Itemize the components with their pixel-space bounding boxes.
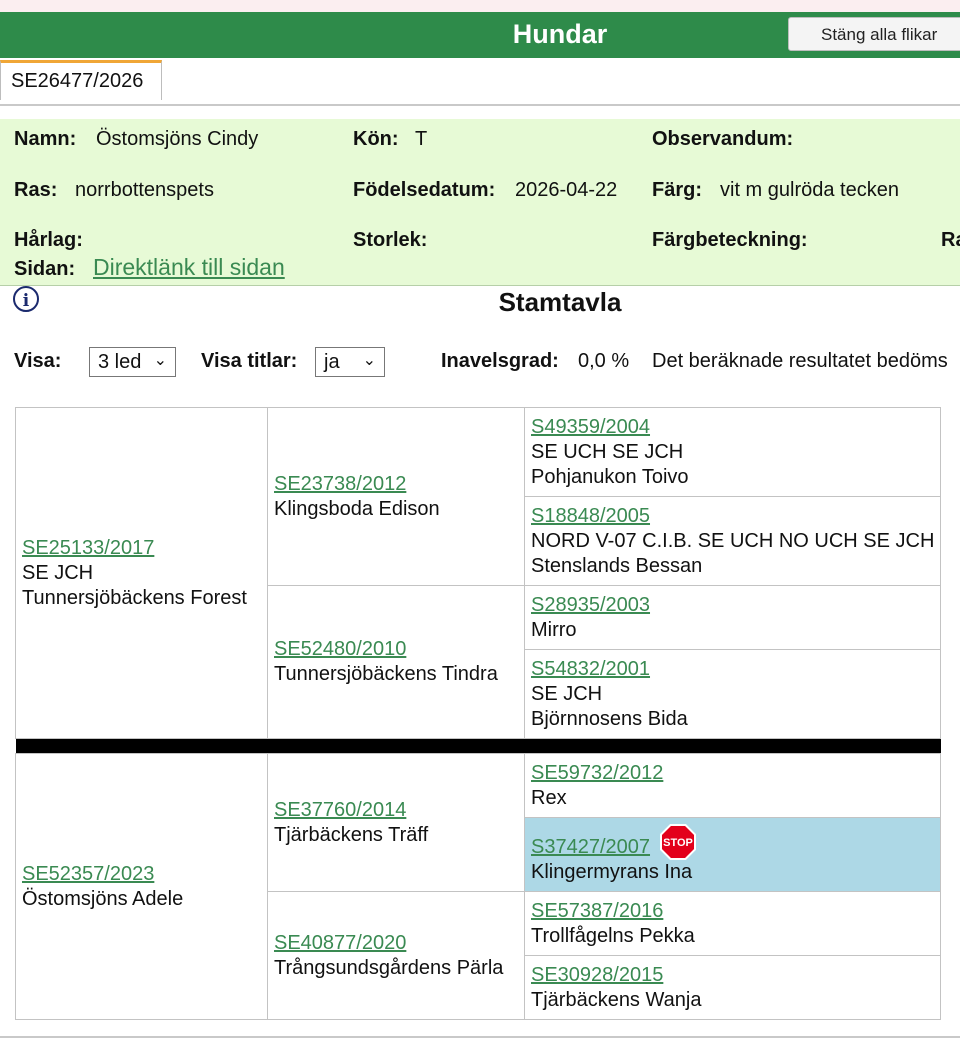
ssd-cell: S18848/2005 NORD V-07 C.I.B. SE UCH NO U… bbox=[523, 496, 942, 586]
ssd-name: Stenslands Bessan bbox=[531, 554, 703, 577]
dds-reg-link[interactable]: SE57387/2016 bbox=[531, 899, 934, 924]
dds-name: Trollfågelns Pekka bbox=[531, 924, 695, 947]
color-code-label: Färgbeteckning: bbox=[652, 229, 808, 251]
color-label: Färg: bbox=[652, 179, 702, 201]
sdd-title: SE JCH bbox=[531, 682, 603, 705]
coat-label: Hårlag: bbox=[14, 229, 83, 251]
sd-name: Tunnersjöbäckens Tindra bbox=[274, 663, 498, 685]
dog-breed: norrbottenspets bbox=[75, 179, 214, 201]
show-label: Visa: bbox=[14, 350, 62, 372]
sdd-name: Björnnosens Bida bbox=[531, 707, 688, 730]
dog-sex: T bbox=[415, 128, 428, 150]
sss-title: SE UCH SE JCH bbox=[531, 440, 684, 463]
generations-select[interactable]: 3 led ⌄ bbox=[89, 347, 176, 377]
sire-dam-separator bbox=[15, 738, 941, 754]
sds-reg-link[interactable]: S28935/2003 bbox=[531, 593, 934, 618]
chevron-down-icon: ⌄ bbox=[153, 352, 167, 369]
dsd-name: Klingermyrans Ina bbox=[531, 861, 693, 883]
dsd-reg-link[interactable]: S37427/2007 bbox=[531, 836, 650, 858]
app-header: Hundar Stäng alla flikar bbox=[0, 12, 960, 58]
pedigree-table: SE25133/2017 SE JCH Tunnersjöbäckens For… bbox=[15, 407, 942, 1020]
pedigree-title: Stamtavla bbox=[498, 287, 622, 317]
dog-color: vit m gulröda tecken bbox=[720, 179, 899, 201]
sdd-cell: S54832/2001 SE JCH Björnnosens Bida bbox=[523, 649, 942, 739]
dss-reg-link[interactable]: SE59732/2012 bbox=[531, 761, 934, 786]
sd-cell: SE52480/2010 Tunnersjöbäckens Tindra bbox=[267, 585, 525, 739]
ss-cell: SE23738/2012 Klingsboda Edison bbox=[267, 407, 525, 586]
dss-cell: SE59732/2012 Rex bbox=[523, 753, 942, 818]
dam-reg-link[interactable]: SE52357/2023 bbox=[22, 862, 261, 887]
dog-birthdate: 2026-04-22 bbox=[515, 179, 618, 201]
show-titles-select-value: ja bbox=[324, 351, 340, 373]
observandum-label: Observandum: bbox=[652, 128, 794, 150]
cut-off-label: Ra bbox=[941, 229, 960, 251]
sss-cell: S49359/2004 SE UCH SE JCH Pohjanukon Toi… bbox=[523, 407, 942, 497]
inbreeding-note: Det beräknade resultatet bedöms bbox=[652, 350, 948, 372]
show-titles-select[interactable]: ja ⌄ bbox=[315, 347, 385, 377]
show-titles-label: Visa titlar: bbox=[201, 350, 298, 372]
tab-bar: SE26477/2026 bbox=[0, 58, 960, 106]
direct-link[interactable]: Direktlänk till sidan bbox=[93, 254, 285, 281]
sd-reg-link[interactable]: SE52480/2010 bbox=[274, 637, 518, 662]
close-all-tabs-button[interactable]: Stäng alla flikar bbox=[788, 17, 960, 51]
ddd-cell: SE30928/2015 Tjärbäckens Wanja bbox=[523, 955, 942, 1020]
dd-name: Trångsundsgårdens Pärla bbox=[274, 956, 504, 979]
chevron-down-icon: ⌄ bbox=[362, 352, 376, 369]
ds-reg-link[interactable]: SE37760/2014 bbox=[274, 798, 518, 823]
ssd-title: NORD V-07 C.I.B. SE UCH NO UCH SE JCH bbox=[531, 529, 935, 552]
sss-name: Pohjanukon Toivo bbox=[531, 465, 689, 488]
dds-cell: SE57387/2016 Trollfågelns Pekka bbox=[523, 891, 942, 956]
stop-sign-text: STOP bbox=[663, 837, 693, 849]
tab-dog[interactable]: SE26477/2026 bbox=[0, 60, 162, 100]
sire-title: SE JCH bbox=[22, 561, 94, 584]
ssd-reg-link[interactable]: S18848/2005 bbox=[531, 504, 934, 529]
sss-reg-link[interactable]: S49359/2004 bbox=[531, 415, 934, 440]
ddd-name: Tjärbäckens Wanja bbox=[531, 988, 702, 1011]
inbreeding-label: Inavelsgrad: bbox=[441, 350, 559, 372]
page-label: Sidan: bbox=[14, 258, 76, 280]
dam-cell: SE52357/2023 Östomsjöns Adele bbox=[15, 753, 268, 1020]
sex-label: Kön: bbox=[353, 128, 399, 150]
dam-name: Östomsjöns Adele bbox=[22, 887, 184, 910]
sire-cell: SE25133/2017 SE JCH Tunnersjöbäckens For… bbox=[15, 407, 268, 739]
name-label: Namn: bbox=[14, 128, 77, 150]
dsd-cell: S37427/2007 STOP Klingermyrans Ina bbox=[523, 817, 942, 892]
inbreeding-value: 0,0 % bbox=[578, 350, 630, 372]
dss-name: Rex bbox=[531, 786, 567, 809]
bottom-divider bbox=[0, 1036, 960, 1038]
birth-label: Födelsedatum: bbox=[353, 179, 496, 201]
ss-name: Klingsboda Edison bbox=[274, 497, 440, 520]
size-label: Storlek: bbox=[353, 229, 428, 251]
ds-name: Tjärbäckens Träff bbox=[274, 823, 429, 846]
sdd-reg-link[interactable]: S54832/2001 bbox=[531, 657, 934, 682]
sds-name: Mirro bbox=[531, 618, 577, 641]
ss-reg-link[interactable]: SE23738/2012 bbox=[274, 472, 518, 497]
dd-cell: SE40877/2020 Trångsundsgårdens Pärla bbox=[267, 891, 525, 1020]
generations-select-value: 3 led bbox=[98, 351, 142, 373]
sire-name: Tunnersjöbäckens Forest bbox=[22, 586, 247, 609]
top-strip bbox=[0, 0, 960, 12]
ddd-reg-link[interactable]: SE30928/2015 bbox=[531, 963, 934, 988]
ds-cell: SE37760/2014 Tjärbäckens Träff bbox=[267, 753, 525, 892]
sds-cell: S28935/2003 Mirro bbox=[523, 585, 942, 650]
dog-name: Östomsjöns Cindy bbox=[96, 128, 259, 150]
sire-reg-link[interactable]: SE25133/2017 bbox=[22, 536, 261, 561]
breed-label: Ras: bbox=[14, 179, 58, 201]
dog-info-panel: Namn: Östomsjöns Cindy Kön: T Observandu… bbox=[0, 119, 960, 286]
dd-reg-link[interactable]: SE40877/2020 bbox=[274, 931, 518, 956]
stop-sign-icon: STOP bbox=[660, 824, 697, 860]
